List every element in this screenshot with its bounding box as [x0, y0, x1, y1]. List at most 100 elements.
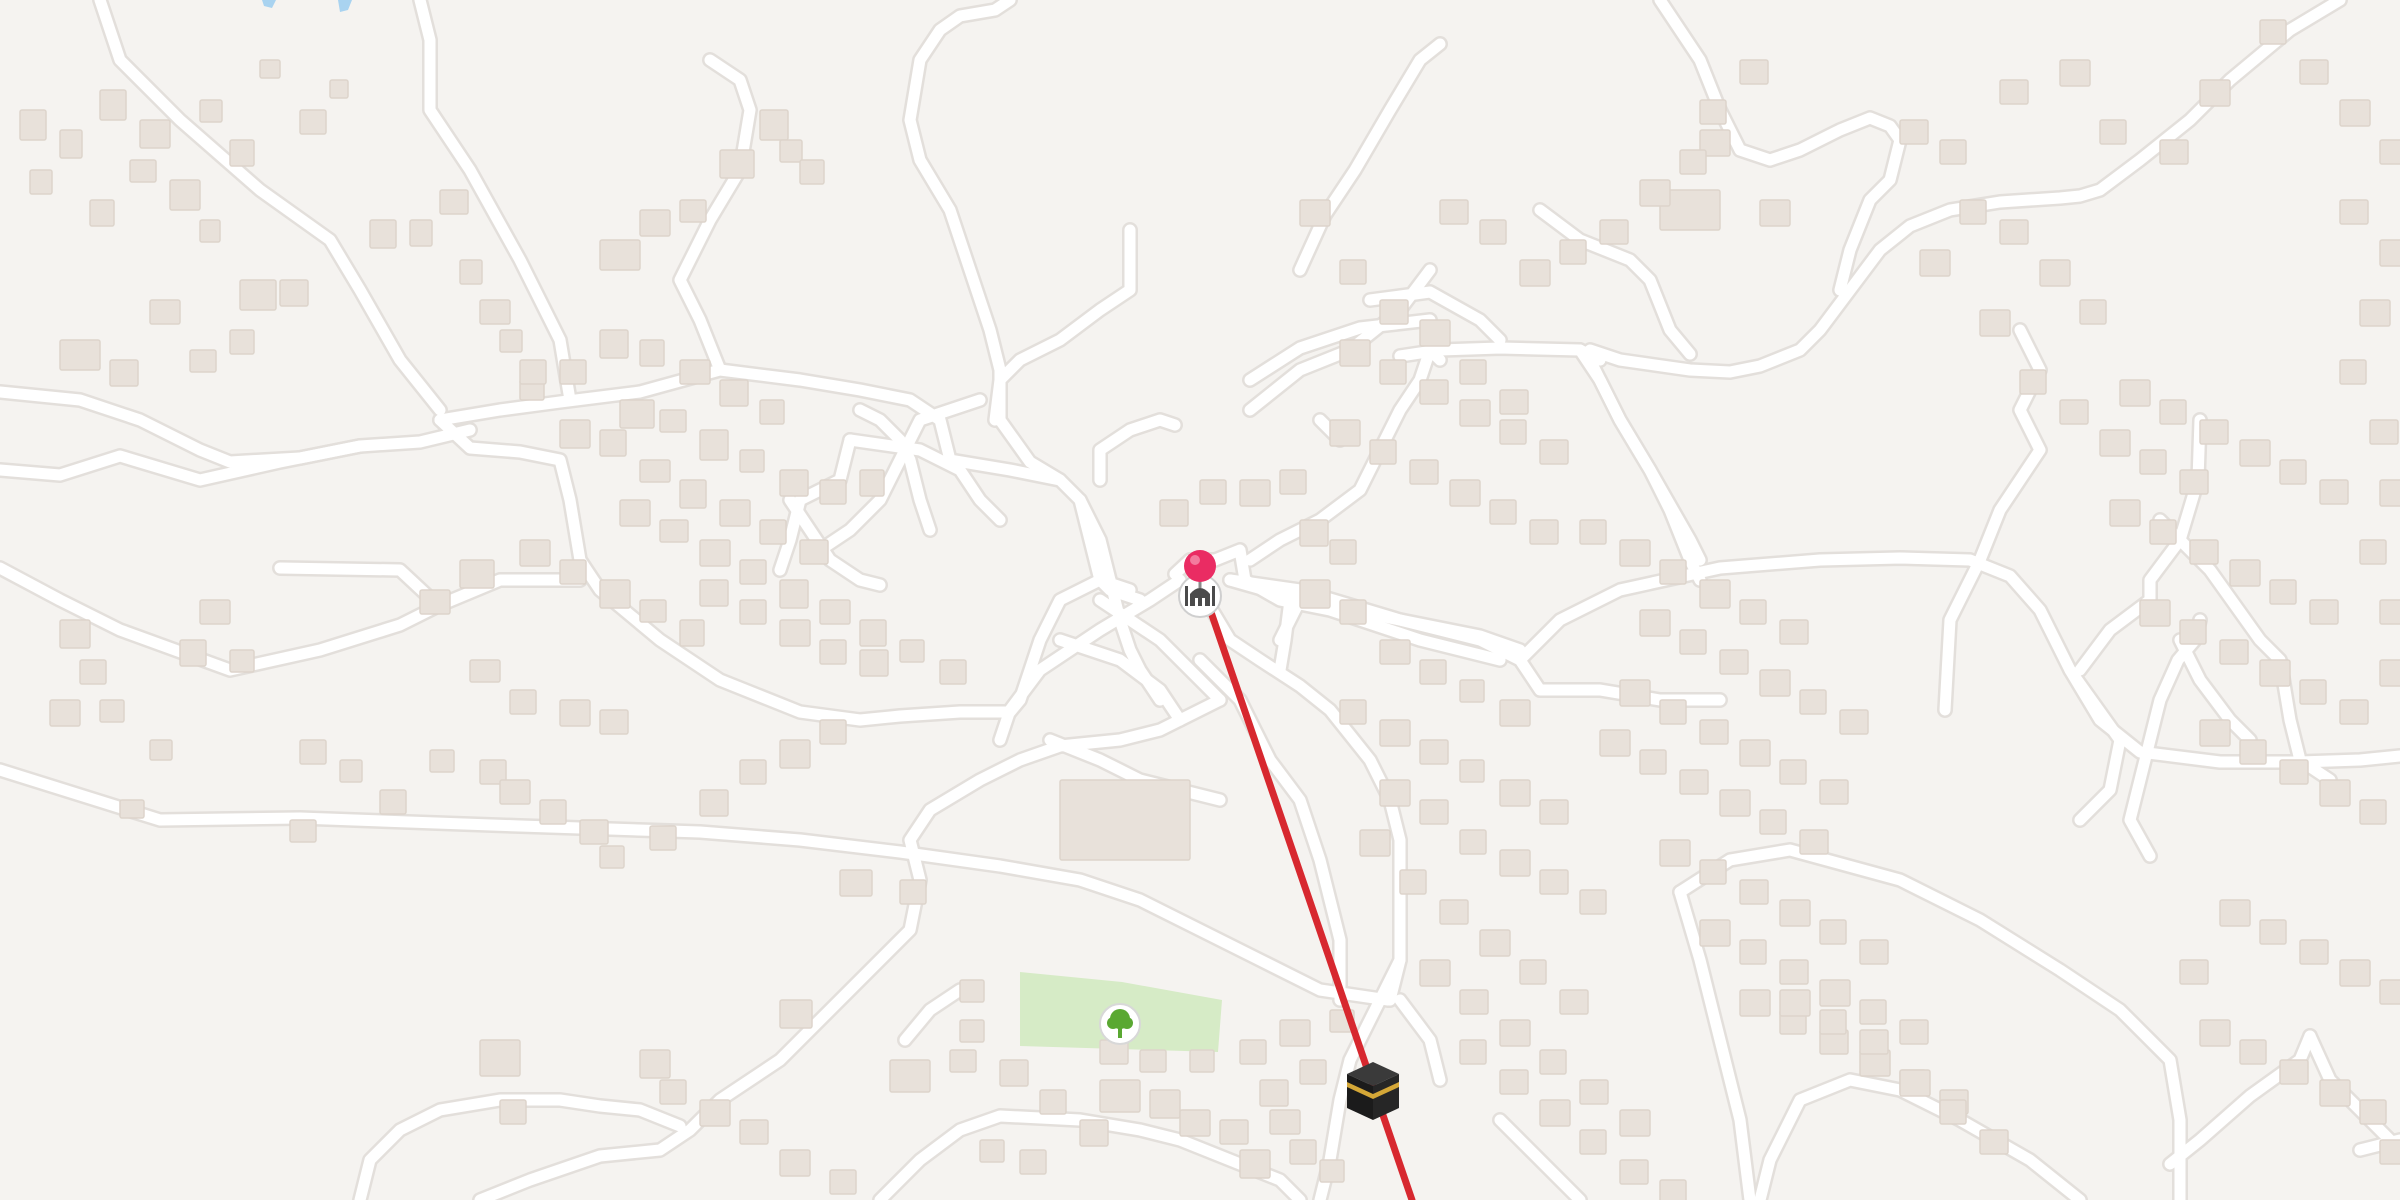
- building: [829, 1169, 857, 1195]
- building: [119, 799, 145, 819]
- building: [409, 219, 433, 247]
- building: [739, 599, 767, 625]
- building: [639, 209, 671, 237]
- building: [339, 759, 363, 783]
- building: [1299, 519, 1329, 547]
- building: [839, 869, 873, 897]
- park-marker[interactable]: [1099, 1003, 1141, 1045]
- building: [1639, 179, 1671, 207]
- road-segment: [0, 386, 366, 468]
- building: [2189, 539, 2219, 565]
- building: [1799, 829, 1829, 855]
- building: [2369, 419, 2399, 445]
- building: [1799, 689, 1827, 715]
- building: [1559, 239, 1587, 265]
- building: [1659, 559, 1687, 585]
- building: [559, 359, 587, 385]
- building: [2339, 199, 2369, 225]
- building: [1699, 99, 1727, 125]
- building: [1859, 1029, 1889, 1055]
- building: [1189, 1049, 1215, 1073]
- kaaba-marker[interactable]: [1347, 1062, 1399, 1120]
- building: [279, 279, 309, 307]
- building: [1479, 929, 1511, 957]
- building: [1279, 469, 1307, 495]
- building: [1359, 829, 1391, 857]
- building: [1439, 199, 1469, 225]
- building: [1159, 499, 1189, 527]
- building: [2379, 979, 2400, 1005]
- building: [679, 359, 711, 385]
- building: [459, 559, 495, 589]
- building: [2229, 559, 2261, 587]
- building: [1819, 1009, 1847, 1035]
- building: [1499, 1019, 1531, 1047]
- building: [1499, 389, 1529, 415]
- building: [699, 789, 729, 817]
- building: [229, 649, 255, 673]
- building: [149, 299, 181, 325]
- building: [89, 199, 115, 227]
- building: [2319, 1079, 2351, 1107]
- building: [819, 719, 847, 745]
- building: [1719, 649, 1749, 675]
- building: [639, 1049, 671, 1079]
- building: [2379, 599, 2400, 625]
- building: [539, 799, 567, 825]
- building: [779, 739, 811, 769]
- building: [639, 599, 667, 623]
- building: [329, 79, 349, 99]
- building: [2079, 299, 2107, 325]
- building: [1539, 1099, 1571, 1127]
- building: [1239, 1149, 1271, 1179]
- building: [1659, 839, 1691, 867]
- building: [1819, 779, 1849, 805]
- building: [1979, 309, 2011, 337]
- building: [759, 399, 785, 425]
- building: [619, 499, 651, 527]
- building: [1739, 599, 1767, 625]
- building: [2239, 1039, 2267, 1065]
- building: [1999, 219, 2029, 245]
- building: [1059, 779, 1191, 861]
- building: [1339, 699, 1367, 725]
- building: [1479, 219, 1507, 245]
- building: [1079, 1119, 1109, 1147]
- building: [559, 419, 591, 449]
- map-canvas[interactable]: [0, 0, 2400, 1200]
- building: [2299, 939, 2329, 965]
- building: [1439, 899, 1469, 925]
- building: [659, 1079, 687, 1105]
- building: [229, 329, 255, 355]
- building: [49, 699, 81, 727]
- building: [599, 845, 625, 869]
- building: [2099, 429, 2131, 457]
- road-segment: [1494, 1114, 1586, 1200]
- building: [1459, 679, 1485, 703]
- building: [2379, 479, 2400, 507]
- building: [1299, 1059, 1327, 1085]
- building: [1019, 1149, 1047, 1175]
- building: [1819, 919, 1847, 945]
- building: [699, 539, 731, 567]
- building: [1899, 119, 1929, 145]
- building: [2269, 579, 2297, 605]
- building: [19, 109, 47, 141]
- building: [199, 599, 231, 625]
- building: [889, 1059, 931, 1093]
- building: [779, 469, 809, 497]
- building: [139, 119, 171, 149]
- building: [1779, 619, 1809, 645]
- building: [1779, 759, 1807, 785]
- building: [2359, 799, 2387, 825]
- building: [1459, 359, 1487, 385]
- building: [1239, 1039, 1267, 1065]
- building: [1499, 849, 1531, 877]
- building: [519, 359, 547, 385]
- building: [859, 469, 885, 497]
- building: [2299, 59, 2329, 85]
- building: [129, 159, 157, 183]
- road-segment: [989, 224, 1136, 426]
- building: [1299, 199, 1331, 227]
- building: [1539, 799, 1569, 825]
